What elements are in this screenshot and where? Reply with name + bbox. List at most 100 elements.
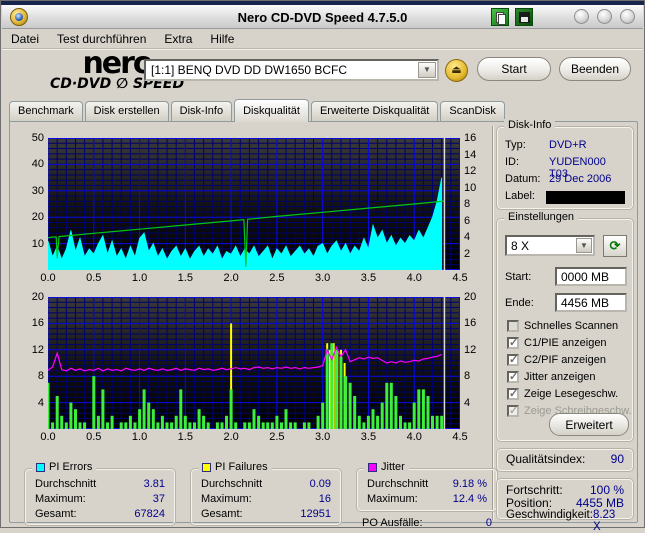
pi-failures-avg: 0.09 [309, 478, 331, 490]
y-tick-label: 12 [31, 343, 44, 356]
exit-button[interactable]: Beenden [559, 57, 631, 81]
checkbox-schnelles-scannen[interactable]: Schnelles Scannen [507, 319, 618, 333]
y-tick-label: 12 [464, 343, 477, 356]
disk-info-title: Disk-Info [508, 119, 552, 131]
advanced-button[interactable]: Erweitert [549, 413, 629, 436]
speed-select[interactable]: 8 X ▼ [505, 235, 595, 256]
y-tick-label: 8 [464, 198, 471, 210]
progress-box: Fortschritt: 100 % Position: 4455 MB Gesch… [496, 478, 634, 533]
end-input[interactable] [555, 293, 627, 312]
checkbox-icon[interactable]: ✓ [507, 388, 519, 400]
pi-errors-stats-box: PI Errors Durchschnitt 3.81 Maximum: 37 Ge… [24, 461, 176, 526]
y-tick-label: 10 [31, 237, 44, 250]
x-tick-label: 0.0 [40, 431, 56, 443]
speed-select-value: 8 X [511, 238, 530, 253]
x-tick-label: 4.5 [452, 431, 468, 443]
pi-failures-right-axis: 4 8 12 16 20 [460, 291, 486, 429]
pi-errors-right-axis: 2 4 6 8 10 12 14 16 [460, 132, 486, 270]
refresh-button[interactable]: ⟳ [603, 235, 627, 257]
pi-failures-title: PI Failures [215, 461, 268, 473]
y-tick-label: 14 [464, 148, 477, 161]
speed-value: 8.23 X [592, 509, 616, 533]
y-tick-label: 8 [464, 370, 471, 383]
close-button[interactable] [620, 9, 635, 24]
eject-button[interactable]: ⏏ [445, 59, 468, 82]
y-tick-label: 20 [31, 291, 44, 303]
pi-failures-swatch [202, 462, 211, 472]
pi-failures-plot [48, 297, 460, 429]
pi-failures-left-axis: 4 8 12 16 20 [18, 291, 48, 429]
drive-select-arrow-icon[interactable]: ▼ [418, 62, 436, 78]
pi-errors-chart: 10 20 30 40 50 2 4 6 8 10 12 14 16 0.0 0.5 1.0 1.5 2.0 2… [18, 132, 486, 284]
tab-benchmark[interactable]: Benchmark [9, 101, 83, 121]
jitter-title: Jitter [381, 461, 405, 473]
window-title: Nero CD-DVD Speed 4.7.5.0 [237, 10, 408, 25]
checkbox-icon[interactable]: ✓ [507, 371, 519, 383]
checkbox-c2-pif[interactable]: ✓ C2/PIF anzeigen [507, 353, 606, 367]
checkbox-icon[interactable] [507, 320, 519, 332]
start-button[interactable]: Start [477, 57, 551, 81]
pi-errors-swatch [36, 462, 45, 472]
tab-content-panel: 10 20 30 40 50 2 4 6 8 10 12 14 16 0.0 0.5 1.0 1.5 2.0 2… [9, 119, 638, 533]
x-tick-label: 4.0 [406, 272, 422, 284]
menu-extra[interactable]: Extra [155, 30, 201, 48]
disk-type-value: DVD+R [549, 139, 587, 151]
app-window: Nero CD-DVD Speed 4.7.5.0 Datei Test dur… [0, 0, 645, 533]
x-tick-label: 1.0 [131, 431, 148, 443]
y-tick-label: 12 [464, 165, 477, 177]
menu-test-durchfuehren[interactable]: Test durchführen [48, 30, 155, 48]
tab-disk-info[interactable]: Disk-Info [170, 101, 233, 121]
pi-errors-x-axis: 0.0 0.5 1.0 1.5 2.0 2.5 3.0 3.5 4.0 4.5 [40, 270, 467, 284]
checkbox-c1-pie[interactable]: ✓ C1/PIE anzeigen [507, 336, 607, 350]
pi-failures-total: 12951 [300, 508, 331, 520]
pi-errors-avg: 3.81 [143, 478, 165, 490]
tab-disk-erstellen[interactable]: Disk erstellen [84, 101, 169, 121]
disk-id-value: YUDEN000 T03 [549, 156, 606, 180]
title-bar[interactable]: Nero CD-DVD Speed 4.7.5.0 [2, 5, 643, 29]
x-tick-label: 1.0 [131, 272, 148, 284]
disk-label-value [546, 191, 625, 204]
y-tick-label: 50 [31, 132, 44, 144]
pi-errors-left-axis: 10 20 30 40 50 [18, 132, 48, 270]
pi-errors-title: PI Errors [49, 461, 93, 473]
y-tick-label: 4 [464, 231, 471, 243]
checkbox-icon[interactable]: ✓ [507, 354, 519, 366]
jitter-max: 12.4 % [452, 493, 487, 505]
start-input[interactable] [555, 267, 627, 286]
x-tick-label: 4.5 [452, 272, 468, 284]
disk-date-value: 29 Dec 2006 [549, 173, 612, 185]
y-tick-label: 20 [31, 211, 44, 224]
y-tick-label: 16 [31, 317, 44, 330]
checkbox-jitter[interactable]: ✓ Jitter anzeigen [507, 370, 596, 384]
end-field-row: Ende: [505, 293, 627, 312]
jitter-swatch [368, 462, 377, 472]
y-tick-label: 16 [464, 317, 477, 330]
speed-select-arrow-icon[interactable]: ▼ [576, 238, 592, 253]
y-tick-label: 6 [464, 214, 471, 227]
pi-errors-plot [48, 138, 460, 270]
y-tick-label: 30 [31, 184, 44, 197]
x-tick-label: 1.5 [177, 431, 193, 443]
menu-hilfe[interactable]: Hilfe [201, 30, 243, 48]
tab-erweiterte-diskqualitaet[interactable]: Erweiterte Diskqualität [310, 101, 439, 121]
maximize-button[interactable] [597, 9, 612, 24]
quality-index-value: 90 [610, 452, 624, 466]
jitter-stats-box: Jitter Durchschnitt 9.18 % Maximum: 12.4 % [356, 461, 498, 512]
tab-scandisk[interactable]: ScanDisk [440, 101, 505, 121]
checkbox-icon[interactable]: ✓ [507, 337, 519, 349]
drive-select[interactable]: [1:1] BENQ DVD DD DW1650 BCFC ▼ [144, 59, 439, 81]
minimize-button[interactable] [574, 9, 589, 24]
y-tick-label: 4 [37, 396, 44, 409]
copy-pages-icon[interactable] [491, 8, 509, 26]
x-tick-label: 2.5 [269, 431, 285, 443]
checkbox-lesegeschwindigkeit[interactable]: ✓ Zeige Lesegeschw. [507, 387, 618, 401]
x-tick-label: 2.0 [223, 272, 239, 284]
tab-diskqualitaet[interactable]: Diskqualität [234, 99, 309, 122]
jitter-avg: 9.18 % [452, 478, 487, 490]
x-tick-label: 0.5 [86, 431, 102, 443]
disk-info-box: Disk-Info Typ: DVD+R ID: YUDEN000 T03 Datu… [496, 119, 634, 210]
x-tick-label: 0.0 [40, 272, 56, 284]
save-floppy-icon[interactable] [515, 8, 533, 26]
pi-failures-x-axis: 0.0 0.5 1.0 1.5 2.0 2.5 3.0 3.5 4.0 4.5 [40, 429, 467, 443]
menu-datei[interactable]: Datei [2, 30, 48, 48]
